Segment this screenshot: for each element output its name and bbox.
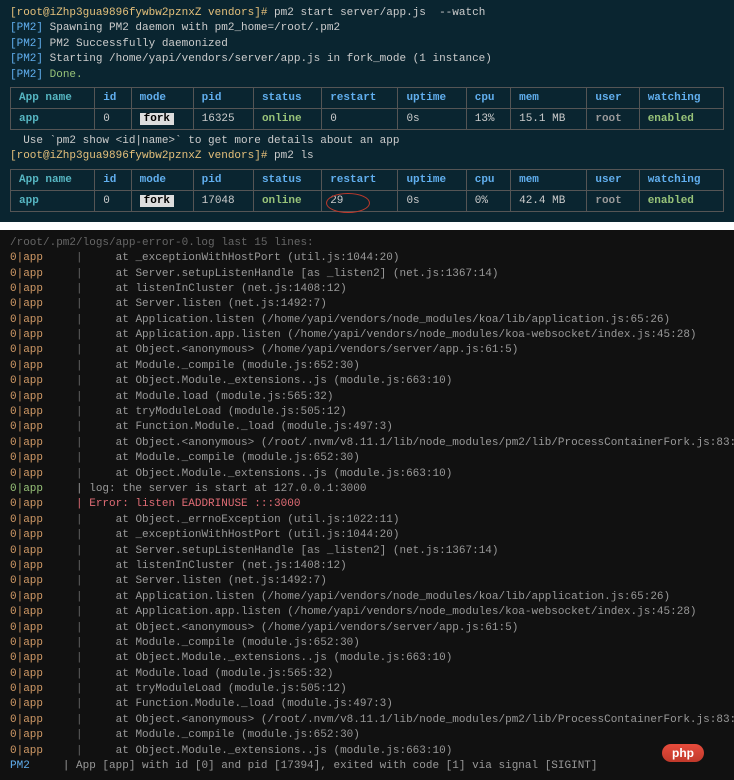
log-prefix-err: 0|app [10,452,43,464]
php-badge: php [662,744,704,762]
stack-line: at listenInCluster (net.js:1408:12) [89,560,346,572]
stack-line: at Application.listen (/home/yapi/vendor… [89,591,670,603]
log-prefix-err: 0|app [10,268,43,280]
log-prefix-err: 0|app [10,729,43,741]
stack-line: at Module._compile (module.js:652:30) [89,637,360,649]
log-prefix-err: 0|app [10,545,43,557]
stack-line: at Server.listen (net.js:1492:7) [89,575,327,587]
log-prefix-err: 0|app [10,745,43,757]
stack-line: at Object.<anonymous> (/home/yapi/vendor… [89,622,518,634]
table-header-row: App nameidmodepidstatusrestartuptimecpum… [11,169,724,190]
terminal-panel-2: /root/.pm2/logs/app-error-0.log last 15 … [0,230,734,780]
log-prefix-err: 0|app [10,406,43,418]
log-prefix-err: 0|app [10,575,43,587]
stack-line: at Server.setupListenHandle [as _listen2… [89,545,498,557]
stack-line: at Application.app.listen (/home/yapi/ve… [89,606,696,618]
stack-line: at tryModuleLoad (module.js:505:12) [89,406,346,418]
log-prefix-err: 0|app [10,622,43,634]
stack-line: at Module.load (module.js:565:32) [89,668,333,680]
pm2-table-1: App nameidmodepidstatusrestartuptimecpum… [10,87,724,130]
log-prefix-err: 0|app [10,683,43,695]
stack-line: at _exceptionWithHostPort (util.js:1044:… [89,529,399,541]
log-prefix-ok: 0|app [10,483,43,495]
stack-line: at Module.load (module.js:565:32) [89,391,333,403]
stack-line: at Object.Module._extensions..js (module… [89,745,452,757]
stack-line: at Module._compile (module.js:652:30) [89,360,360,372]
stack-line: at Module._compile (module.js:652:30) [89,452,360,464]
log-prefix-err: 0|app [10,252,43,264]
log-prefix-err: 0|app [10,375,43,387]
shell-prompt: [root@iZhp3gua9896fywbw2pznxZ vendors]# [10,7,267,19]
stack-line: at Function.Module._load (module.js:497:… [89,698,393,710]
stack-line: at tryModuleLoad (module.js:505:12) [89,683,346,695]
log-prefix-err: 0|app [10,391,43,403]
log-prefix-err: 0|app [10,344,43,356]
log-prefix-err: 0|app [10,314,43,326]
table-header-row: App nameidmodepidstatusrestartuptimecpum… [11,87,724,108]
pm2-hint: Use `pm2 show <id|name>` to get more det… [10,134,724,149]
log-prefix-err: 0|app [10,329,43,341]
stack-line: at Object.Module._extensions..js (module… [89,375,452,387]
log-prefix-err: 0|app [10,360,43,372]
stack-line: at Object.Module._extensions..js (module… [89,468,452,480]
log-prefix-err: 0|app [10,421,43,433]
log-prefix-err: 0|app [10,498,43,510]
log-header: /root/.pm2/logs/app-error-0.log last 15 … [10,236,724,251]
fork-badge: fork [140,195,174,207]
restart-count-circled: 29 [330,195,343,207]
log-prefix-err: 0|app [10,529,43,541]
fork-badge: fork [140,113,174,125]
stack-line: at Module._compile (module.js:652:30) [89,729,360,741]
stack-line: at Object.<anonymous> (/home/yapi/vendor… [89,344,518,356]
log-prefix-err: 0|app [10,637,43,649]
stack-line: at Server.listen (net.js:1492:7) [89,298,327,310]
stack-line: at Function.Module._load (module.js:497:… [89,421,393,433]
pm2-tag: [PM2] [10,22,43,34]
log-prefix-err: 0|app [10,591,43,603]
stack-line: at Server.setupListenHandle [as _listen2… [89,268,498,280]
stack-line: at _exceptionWithHostPort (util.js:1044:… [89,252,399,264]
command-text: pm2 start server/app.js --watch [267,7,485,19]
table-row: app0fork17048online290s0%42.4 MBrootenab… [11,190,724,211]
log-prefix-err: 0|app [10,652,43,664]
table-row: app0fork16325online00s13%15.1 MBrootenab… [11,108,724,129]
log-prefix-err: 0|app [10,698,43,710]
log-prefix-err: 0|app [10,298,43,310]
log-prefix-err: 0|app [10,437,43,449]
stack-line: at Object.<anonymous> (/root/.nvm/v8.11.… [89,437,734,449]
error-message: | Error: listen EADDRINUSE :::3000 [69,498,300,510]
log-prefix-err: 0|app [10,283,43,295]
stack-line: at listenInCluster (net.js:1408:12) [89,283,346,295]
stack-line: at Application.app.listen (/home/yapi/ve… [89,329,696,341]
terminal-panel-1: [root@iZhp3gua9896fywbw2pznxZ vendors]# … [0,0,734,222]
stack-line: at Object._errnoException (util.js:1022:… [89,514,399,526]
stack-line: at Object.Module._extensions..js (module… [89,652,452,664]
log-prefix-err: 0|app [10,560,43,572]
log-prefix-pm2: PM2 [10,760,30,772]
log-prefix-err: 0|app [10,606,43,618]
log-prefix-err: 0|app [10,514,43,526]
log-prefix-err: 0|app [10,468,43,480]
stack-line: at Application.listen (/home/yapi/vendor… [89,314,670,326]
log-prefix-err: 0|app [10,668,43,680]
pm2-table-2: App nameidmodepidstatusrestartuptimecpum… [10,169,724,212]
